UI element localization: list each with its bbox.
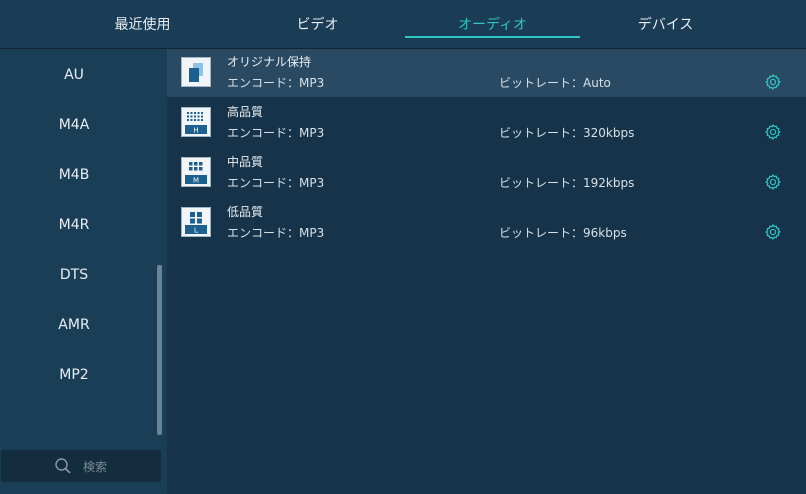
tab-video[interactable]: ビデオ [250,0,385,48]
gear-icon[interactable] [764,223,782,241]
preset-bitrate: ビットレート：320kbps [499,126,635,140]
sidebar-item-m4r[interactable]: M4R [0,205,148,245]
preset-name: 低品質 [227,205,264,219]
search-input[interactable]: 検索 [83,450,107,482]
quality-badge-high: H [193,127,198,135]
preset-encoder: エンコード：MP3 [227,176,325,190]
sidebar-item-mp2[interactable]: MP2 [0,355,148,395]
preset-encoder: エンコード：MP3 [227,126,325,140]
sidebar-item-m4b[interactable]: M4B [0,155,148,195]
gear-icon[interactable] [764,123,782,141]
preset-row-high[interactable]: H 高品質 エンコード：MP3 ビットレート：320kbps [167,99,806,147]
preset-name: 中品質 [227,155,264,169]
tab-recent[interactable]: 最近使用 [75,0,210,48]
sidebar-item-au[interactable]: AU [0,55,148,95]
quality-badge-low: L [194,227,198,235]
preset-list: オリジナル保持 エンコード：MP3 ビットレート：Auto H 高品質 エンコー… [167,49,806,494]
preset-encoder: エンコード：MP3 [227,76,325,90]
preset-name: 高品質 [227,105,264,119]
preset-encoder: エンコード：MP3 [227,226,325,240]
format-search-box[interactable]: 検索 [1,450,161,482]
format-tab-bar: 最近使用 ビデオ オーディオ デバイス [0,0,806,49]
sidebar-scrollbar[interactable] [157,265,162,435]
tab-audio[interactable]: オーディオ [425,0,560,48]
preset-row-medium[interactable]: M 中品質 エンコード：MP3 ビットレート：192kbps [167,149,806,197]
tab-device[interactable]: デバイス [598,0,733,48]
sidebar-item-amr[interactable]: AMR [0,305,148,345]
sidebar-item-m4a[interactable]: M4A [0,105,148,145]
medium-quality-icon: M [181,157,211,187]
sidebar-item-dts[interactable]: DTS [0,255,148,295]
gear-icon[interactable] [764,73,782,91]
active-tab-indicator [405,36,580,38]
preset-bitrate: ビットレート：Auto [499,76,611,90]
preset-row-low[interactable]: L 低品質 エンコード：MP3 ビットレート：96kbps [167,199,806,247]
preset-bitrate: ビットレート：192kbps [499,176,635,190]
preset-name: オリジナル保持 [227,55,312,69]
preset-bitrate: ビットレート：96kbps [499,226,627,240]
preset-row-original[interactable]: オリジナル保持 エンコード：MP3 ビットレート：Auto [167,49,806,97]
original-copy-icon [181,57,211,87]
low-quality-icon: L [181,207,211,237]
high-quality-icon: H [181,107,211,137]
quality-badge-medium: M [193,177,199,185]
format-sidebar: AU M4A M4B M4R DTS AMR MP2 [0,49,167,494]
gear-icon[interactable] [764,173,782,191]
search-icon [55,458,71,474]
